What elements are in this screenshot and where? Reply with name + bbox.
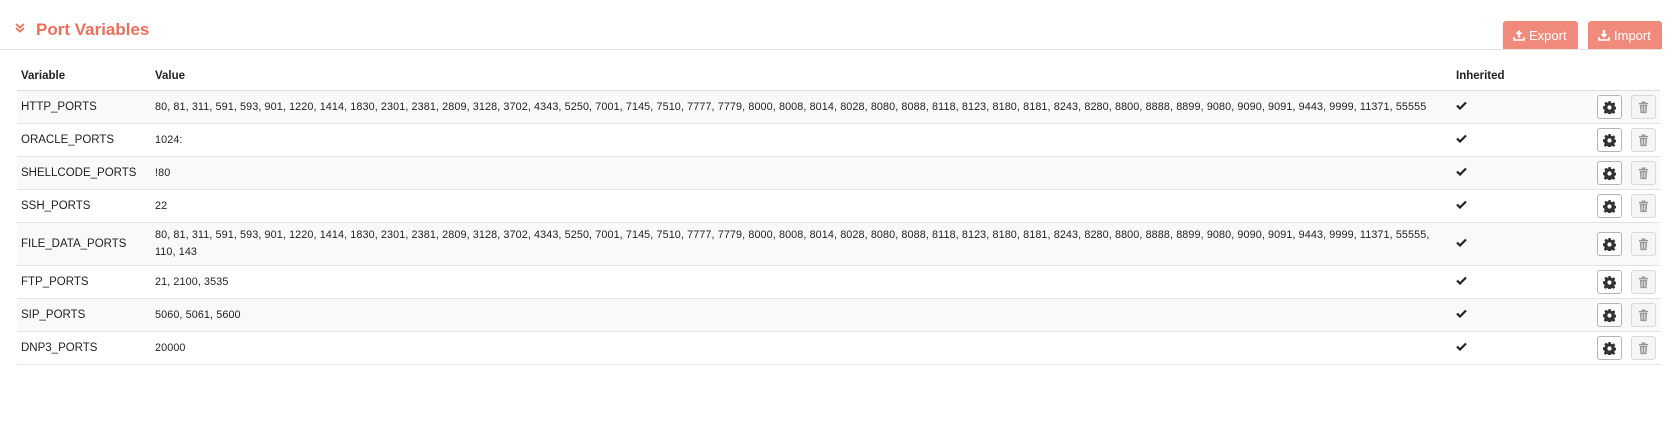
variable-value: 20000 (151, 331, 1452, 365)
row-actions (1562, 156, 1660, 190)
row-actions (1562, 222, 1660, 266)
inherited-cell (1452, 189, 1562, 223)
panel-header: Port Variables Export Import (0, 0, 1662, 50)
edit-button[interactable] (1596, 128, 1622, 152)
column-header-value[interactable]: Value (151, 64, 1452, 91)
inherited-cell (1452, 156, 1562, 190)
gear-icon (1602, 101, 1616, 114)
row-actions (1562, 265, 1660, 299)
check-icon (1456, 101, 1467, 110)
column-header-actions (1562, 64, 1660, 91)
trash-icon (1638, 134, 1649, 147)
variable-name: FILE_DATA_PORTS (17, 222, 151, 266)
edit-button[interactable] (1596, 95, 1622, 119)
import-label: Import (1614, 27, 1651, 43)
export-label: Export (1529, 27, 1567, 43)
check-icon (1456, 276, 1467, 285)
check-icon (1456, 309, 1467, 318)
variable-value: 22 (151, 189, 1452, 223)
variable-value: 1024: (151, 123, 1452, 157)
inherited-cell (1452, 298, 1562, 332)
upload-icon (1513, 30, 1525, 41)
variable-name: SIP_PORTS (17, 298, 151, 332)
variable-name: DNP3_PORTS (17, 331, 151, 365)
delete-button[interactable] (1631, 303, 1656, 327)
check-icon (1456, 342, 1467, 351)
inherited-cell (1452, 123, 1562, 157)
table-row: FILE_DATA_PORTS 80, 81, 311, 591, 593, 9… (17, 222, 1660, 266)
gear-icon (1602, 309, 1616, 322)
edit-button[interactable] (1596, 161, 1622, 185)
row-actions (1562, 331, 1660, 365)
double-chevron-down-icon[interactable] (14, 22, 26, 34)
trash-icon (1638, 238, 1649, 251)
variable-value: 21, 2100, 3535 (151, 265, 1452, 299)
gear-icon (1602, 134, 1616, 147)
variable-name: ORACLE_PORTS (17, 123, 151, 157)
trash-icon (1638, 200, 1649, 213)
trash-icon (1638, 101, 1649, 114)
row-actions (1562, 298, 1660, 332)
edit-button[interactable] (1596, 336, 1622, 360)
delete-button[interactable] (1631, 194, 1656, 218)
table-row: SIP_PORTS 5060, 5061, 5600 (17, 298, 1660, 332)
column-header-variable[interactable]: Variable (17, 64, 151, 91)
trash-icon (1638, 309, 1649, 322)
table-row: FTP_PORTS 21, 2100, 3535 (17, 265, 1660, 299)
delete-button[interactable] (1631, 128, 1656, 152)
inherited-cell (1452, 222, 1562, 266)
variable-value: 5060, 5061, 5600 (151, 298, 1452, 332)
row-actions (1562, 189, 1660, 223)
delete-button[interactable] (1631, 270, 1656, 294)
variable-name: FTP_PORTS (17, 265, 151, 299)
edit-button[interactable] (1596, 232, 1622, 256)
table-row: SHELLCODE_PORTS !80 (17, 156, 1660, 190)
trash-icon (1638, 342, 1649, 355)
delete-button[interactable] (1631, 95, 1656, 119)
gear-icon (1602, 200, 1616, 213)
gear-icon (1602, 342, 1616, 355)
port-variables-table: Variable Value Inherited HTTP_PORTS 80, … (17, 64, 1660, 365)
table-row: DNP3_PORTS 20000 (17, 331, 1660, 365)
check-icon (1456, 200, 1467, 209)
edit-button[interactable] (1596, 194, 1622, 218)
check-icon (1456, 134, 1467, 143)
delete-button[interactable] (1631, 161, 1656, 185)
export-button[interactable]: Export (1503, 21, 1578, 49)
delete-button[interactable] (1631, 232, 1656, 256)
variable-value: 80, 81, 311, 591, 593, 901, 1220, 1414, … (151, 222, 1452, 266)
gear-icon (1602, 238, 1616, 251)
gear-icon (1602, 167, 1616, 180)
download-icon (1598, 30, 1610, 41)
trash-icon (1638, 276, 1649, 289)
table-header-row: Variable Value Inherited (17, 64, 1660, 91)
check-icon (1456, 167, 1467, 176)
check-icon (1456, 238, 1467, 247)
table-row: HTTP_PORTS 80, 81, 311, 591, 593, 901, 1… (17, 90, 1660, 124)
trash-icon (1638, 167, 1649, 180)
table-row: ORACLE_PORTS 1024: (17, 123, 1660, 157)
gear-icon (1602, 276, 1616, 289)
column-header-inherited[interactable]: Inherited (1452, 64, 1562, 91)
variable-name: SSH_PORTS (17, 189, 151, 223)
edit-button[interactable] (1596, 270, 1622, 294)
inherited-cell (1452, 90, 1562, 124)
table-row: SSH_PORTS 22 (17, 189, 1660, 223)
variable-value: !80 (151, 156, 1452, 190)
variable-value: 80, 81, 311, 591, 593, 901, 1220, 1414, … (151, 90, 1452, 124)
variable-name: SHELLCODE_PORTS (17, 156, 151, 190)
panel-title[interactable]: Port Variables (36, 20, 149, 40)
row-actions (1562, 90, 1660, 124)
import-button[interactable]: Import (1588, 21, 1662, 49)
row-actions (1562, 123, 1660, 157)
port-variables-panel: Port Variables Export Import Variable Va… (0, 0, 1677, 365)
inherited-cell (1452, 265, 1562, 299)
delete-button[interactable] (1631, 336, 1656, 360)
edit-button[interactable] (1596, 303, 1622, 327)
inherited-cell (1452, 331, 1562, 365)
variable-name: HTTP_PORTS (17, 90, 151, 124)
